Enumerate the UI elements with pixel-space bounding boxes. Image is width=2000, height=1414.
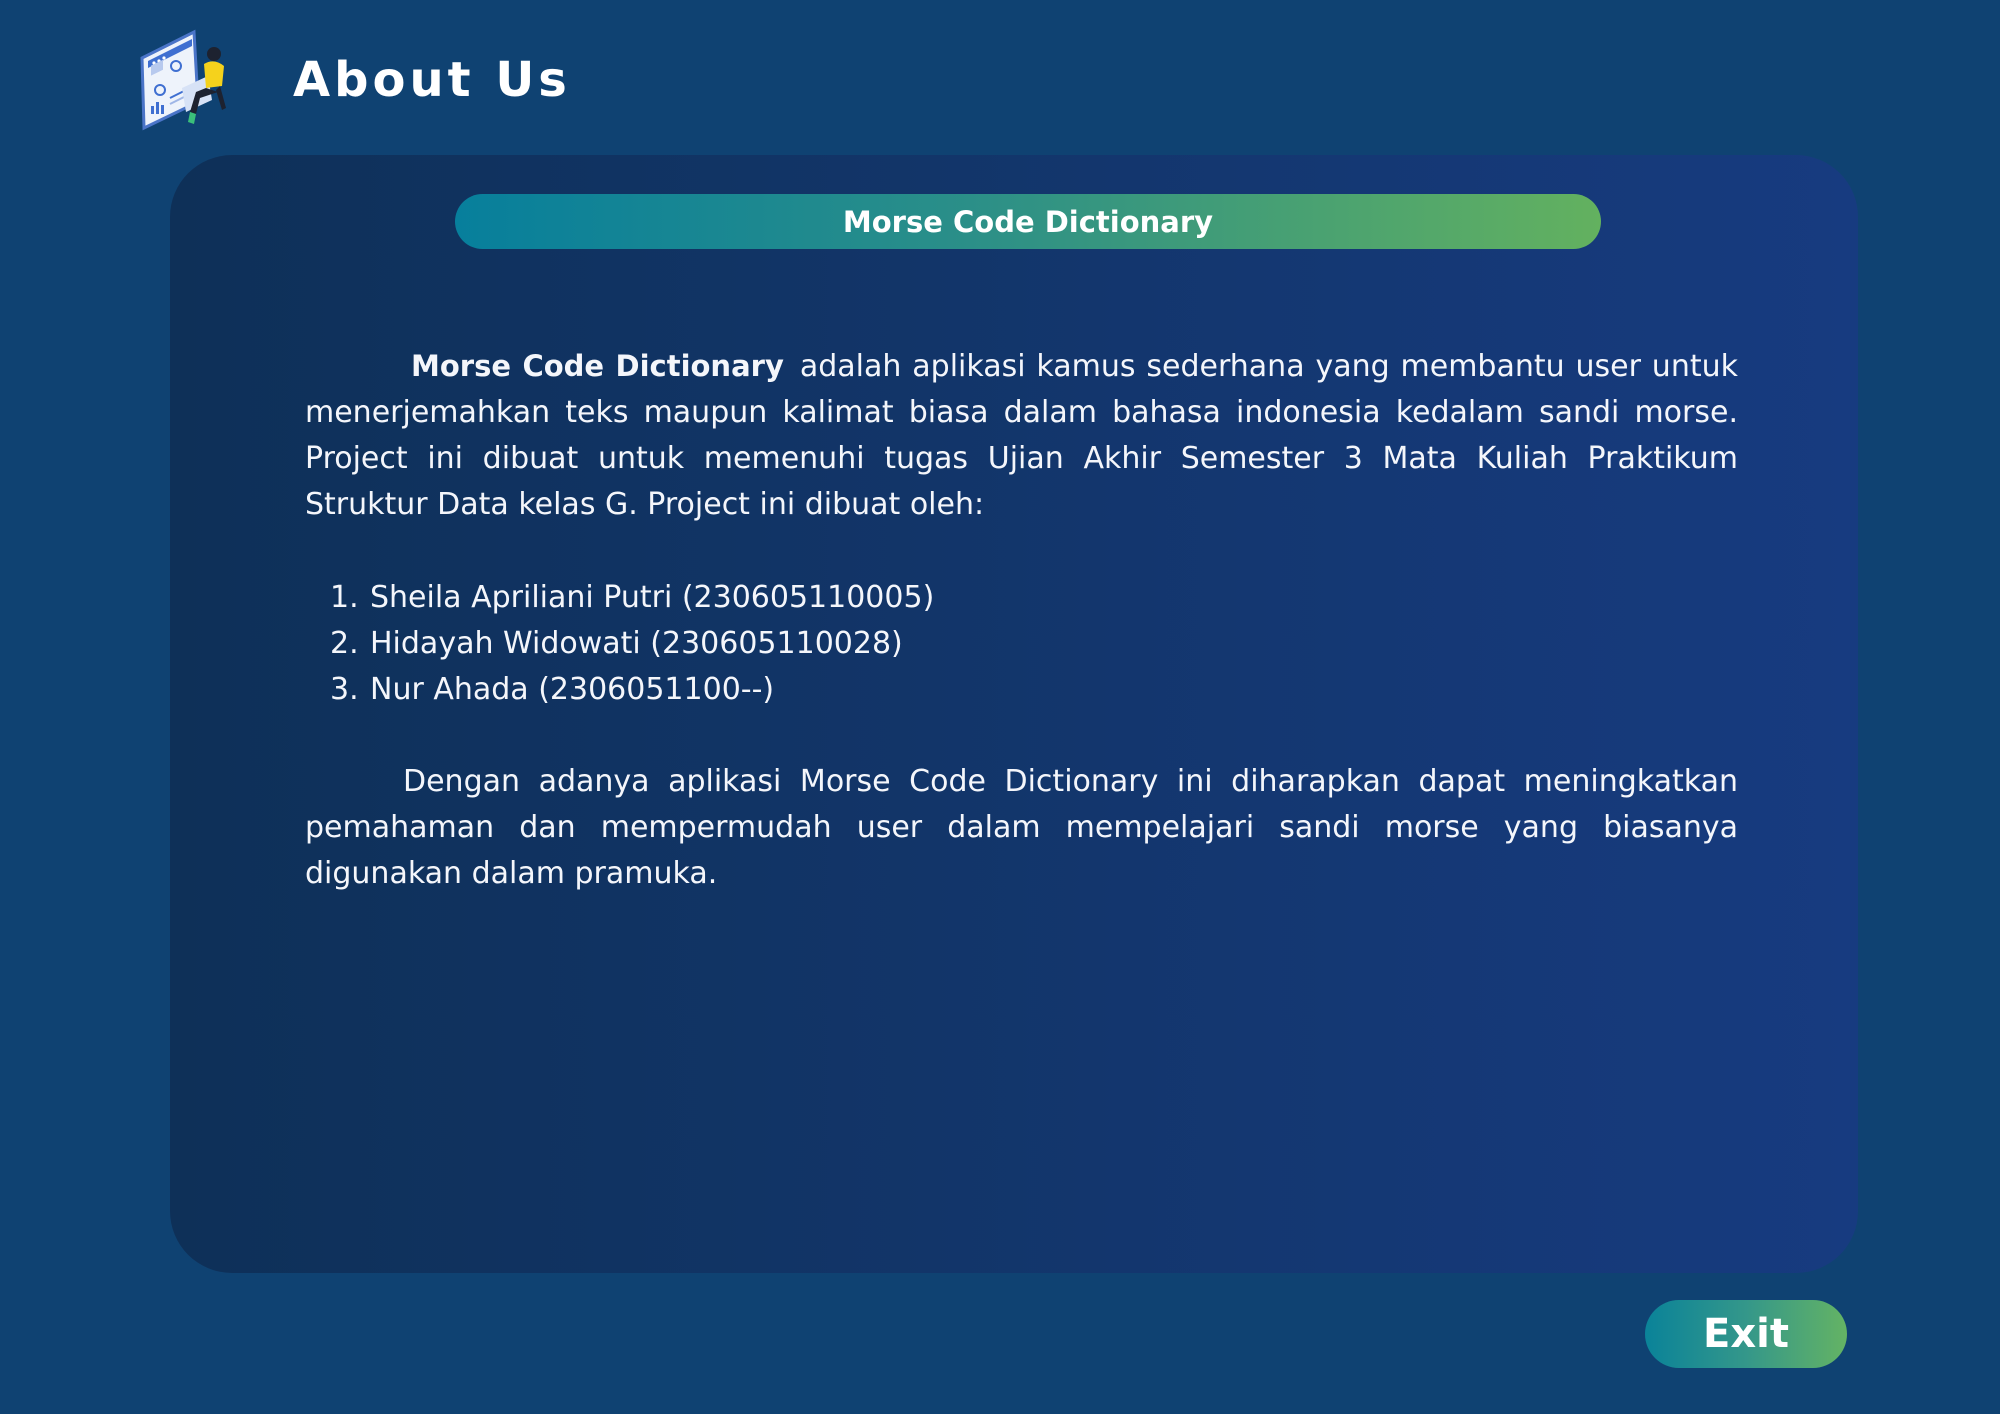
list-number: 2. [330,626,369,661]
exit-button[interactable]: Exit [1645,1300,1847,1368]
member-name: Hidayah Widowati (230605110028) [370,626,903,661]
member-name: Nur Ahada (2306051100--) [370,672,775,707]
about-panel: Morse Code Dictionary Morse Code Diction… [170,155,1858,1273]
header: About Us [138,18,571,142]
about-content: Morse Code Dictionary adalah aplikasi kam… [305,343,1738,897]
member-name: Sheila Apriliani Putri (230605110005) [370,580,935,615]
intro-paragraph: Morse Code Dictionary adalah aplikasi kam… [305,343,1738,528]
list-item: 1. Sheila Apriliani Putri (230605110005) [330,575,1738,621]
list-number: 3. [330,672,359,707]
page-title: About Us [293,52,571,108]
list-item: 2. Hidayah Widowati (230605110028) [330,621,1738,667]
list-item: 3. Nur Ahada (2306051100--) [330,667,1738,713]
closing-paragraph: Dengan adanya aplikasi Morse Code Dictio… [305,764,1738,891]
members-list: 1. Sheila Apriliani Putri (230605110005)… [330,575,1738,713]
app-name-label: Morse Code Dictionary [411,349,784,383]
panel-heading: Morse Code Dictionary [455,194,1601,249]
dashboard-person-illustration-icon [140,29,226,131]
list-number: 1. [330,580,369,615]
